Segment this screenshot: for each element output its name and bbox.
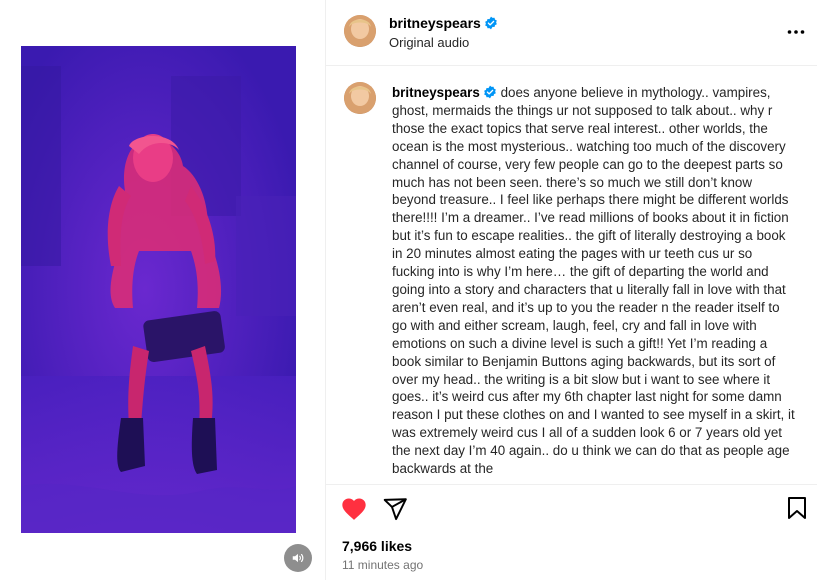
likes-count[interactable]: 7,966 likes [342,538,412,554]
caption-area: britneyspears does anyone believe in myt… [326,66,817,484]
speaker-icon [292,553,304,563]
share-button[interactable] [382,496,408,522]
bookmark-icon [788,497,806,519]
avatar-image [344,82,376,114]
action-bar: 7,966 likes 11 minutes ago [326,484,817,580]
avatar[interactable] [344,15,376,47]
audio-subtitle[interactable]: Original audio [389,35,469,50]
more-horizontal-icon [787,30,805,34]
post-header: britneyspears Original audio [326,0,817,66]
like-button[interactable] [340,495,368,523]
verified-badge-icon [483,85,496,99]
media-panel [0,0,325,580]
caption-username[interactable]: britneyspears [392,85,497,100]
post-caption: britneyspears does anyone believe in myt… [392,84,796,478]
more-options-button[interactable] [786,22,806,42]
paper-plane-icon [383,498,407,521]
post-panel: britneyspears Original audio britneyspea… [325,0,817,580]
verified-badge-icon [484,16,497,30]
heart-filled-icon [342,498,366,520]
video-frame [21,46,296,533]
post-timestamp[interactable]: 11 minutes ago [342,558,423,572]
save-button[interactable] [786,496,810,522]
audio-toggle-button[interactable] [284,544,312,572]
caption-text: does anyone believe in mythology.. vampi… [392,85,795,477]
header-username-text[interactable]: britneyspears [389,15,481,31]
avatar-image [344,15,376,47]
caption-username-text[interactable]: britneyspears [392,85,480,100]
header-username[interactable]: britneyspears [389,15,498,31]
caption-avatar[interactable] [344,82,376,114]
post-video[interactable] [21,46,296,533]
